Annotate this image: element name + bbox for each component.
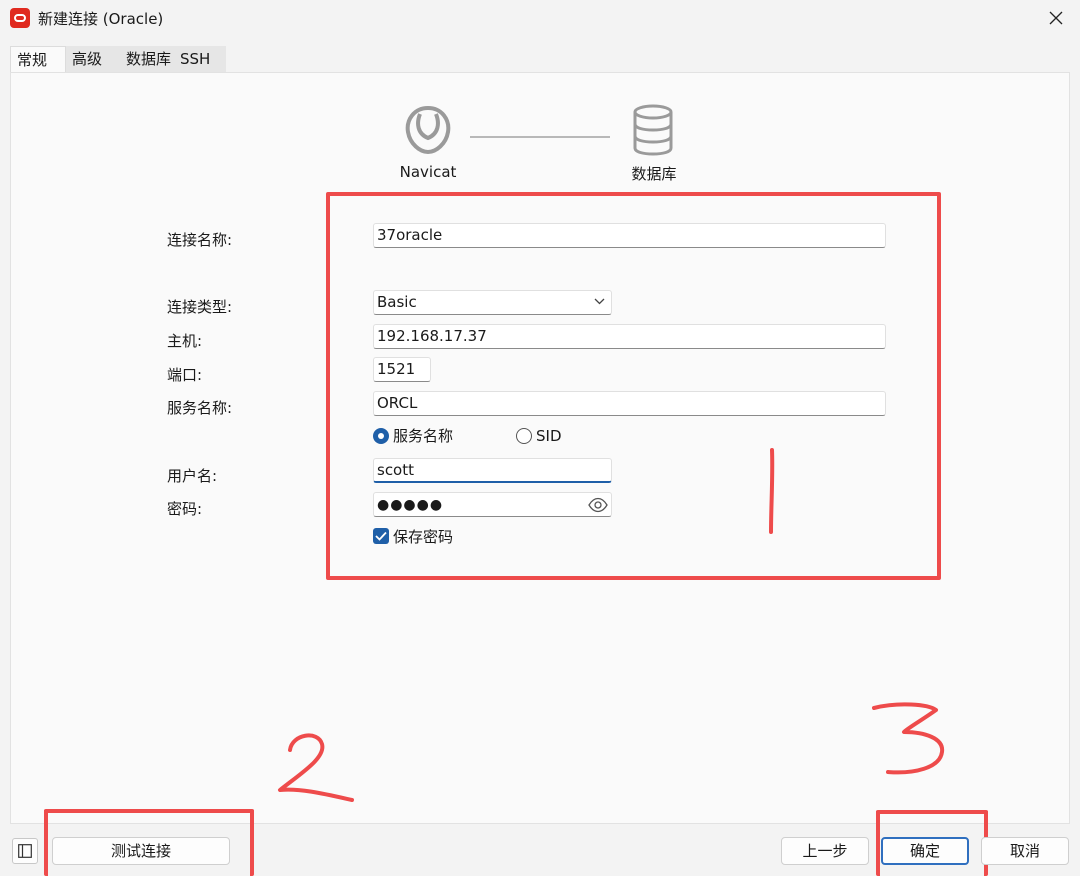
close-button[interactable] [1038, 2, 1074, 34]
annotation-number-1: 1 [769, 448, 775, 534]
annotation-number-2: 2 [278, 733, 354, 802]
flow-source-label: Navicat [399, 163, 457, 181]
host-label: 主机: [167, 332, 203, 350]
port-label: 端口: [167, 366, 203, 384]
flow-connector [470, 136, 610, 138]
tab-general[interactable]: 常规 [10, 46, 66, 73]
connection-type-label: 连接类型: [167, 298, 233, 316]
navicat-logo-icon [405, 105, 451, 155]
username-label: 用户名: [167, 467, 218, 485]
close-icon [1049, 11, 1063, 25]
annotation-number-3: 3 [872, 702, 945, 775]
window-title: 新建连接 (Oracle) [38, 10, 164, 28]
flow-target-label: 数据库 [631, 165, 677, 183]
cancel-button[interactable]: 取消 [981, 837, 1069, 865]
connection-name-label: 连接名称: [167, 231, 233, 249]
tab-database[interactable]: 数据库 [120, 46, 180, 72]
oracle-app-icon [10, 8, 30, 28]
ok-button[interactable]: 确定 [881, 837, 969, 865]
toggle-sidebar-button[interactable] [12, 838, 38, 864]
tab-advanced[interactable]: 高级 [66, 46, 118, 72]
annotation-box-1 [326, 192, 941, 580]
tab-ssh[interactable]: SSH [174, 46, 226, 72]
title-bar: 新建连接 (Oracle) [0, 0, 1080, 36]
database-icon [633, 104, 673, 156]
sidebar-panel-icon [18, 844, 32, 858]
test-connection-button[interactable]: 测试连接 [52, 837, 230, 865]
previous-button[interactable]: 上一步 [781, 837, 869, 865]
password-label: 密码: [167, 500, 203, 518]
service-name-label: 服务名称: [167, 399, 233, 417]
tab-bar: 常规 高级 数据库 SSH [10, 46, 226, 73]
